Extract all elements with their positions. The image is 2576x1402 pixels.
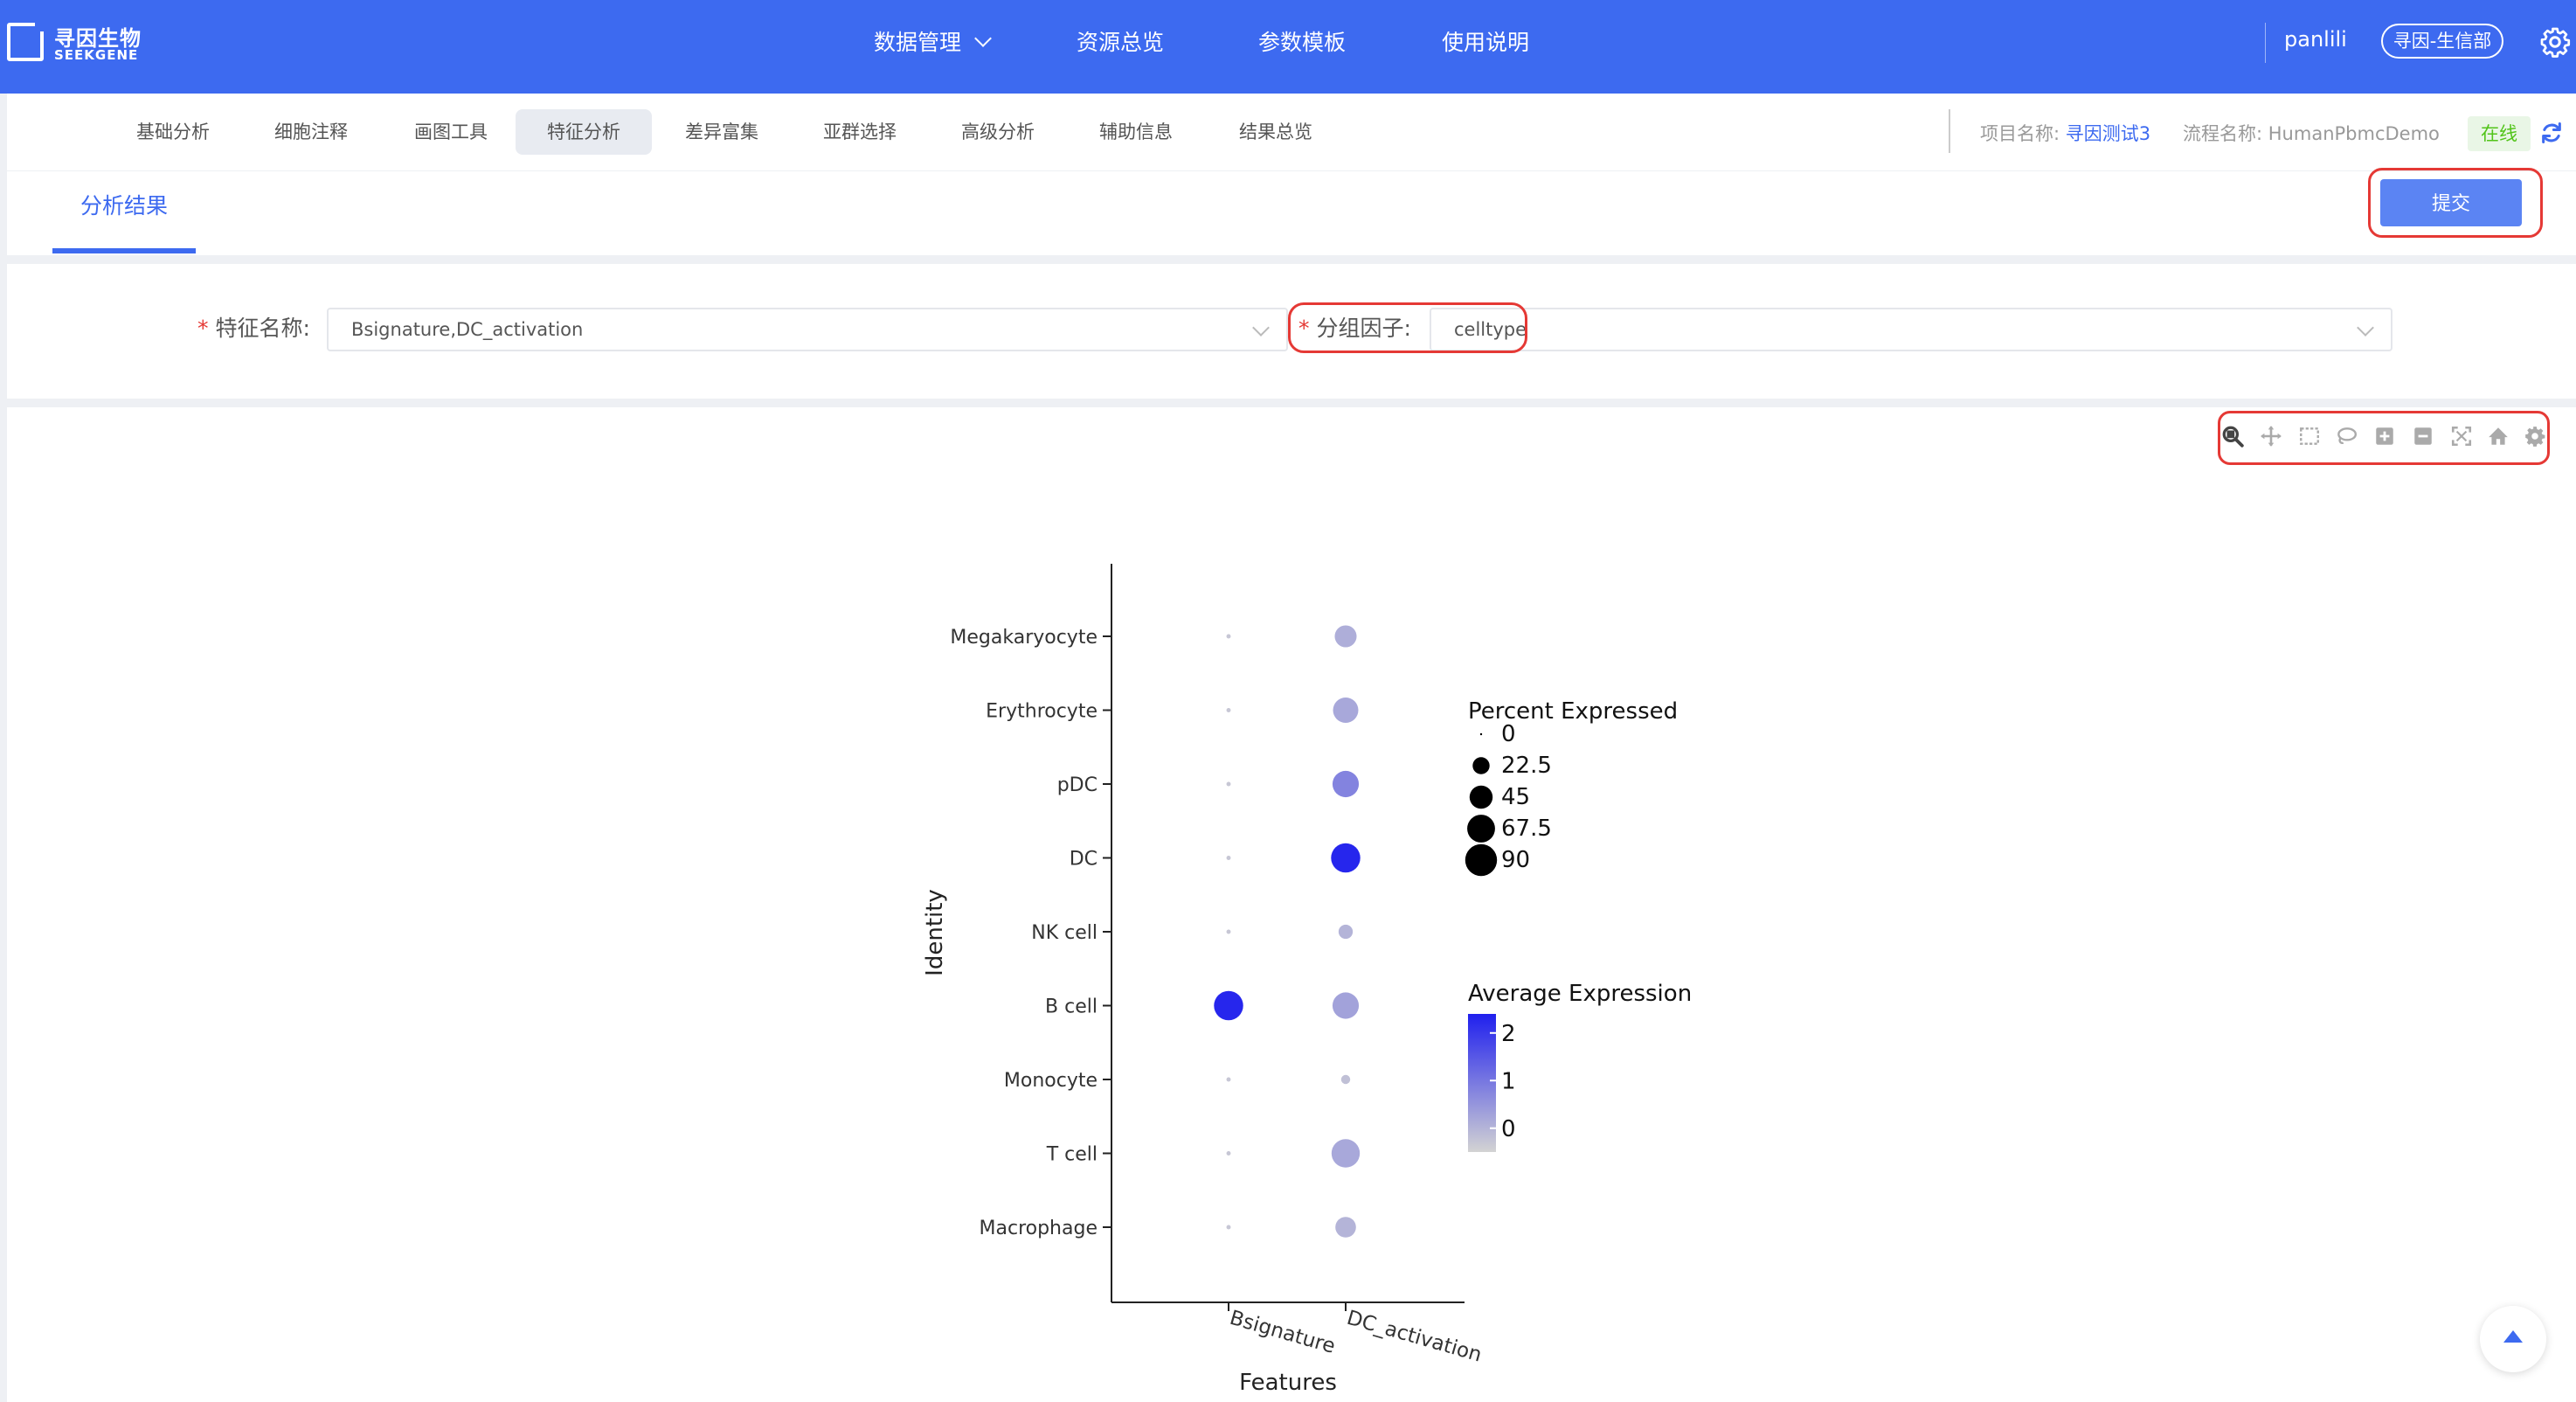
dot-point[interactable] [1332, 992, 1360, 1019]
color-legend-label: 0 [1501, 1116, 1516, 1142]
y-tick-label: B cell [1045, 996, 1098, 1018]
y-tick-label: Megakaryocyte [950, 627, 1098, 649]
size-legend-dot [1467, 815, 1495, 843]
dot-point[interactable] [1214, 990, 1243, 1021]
dot-point[interactable] [1226, 856, 1231, 860]
dot-point[interactable] [1331, 1139, 1361, 1168]
y-tick-label: pDC [1057, 774, 1098, 796]
color-legend-label: 1 [1501, 1068, 1516, 1094]
size-legend-label: 45 [1501, 784, 1530, 810]
x-axis-title: Features [1239, 1370, 1337, 1396]
y-tick-label: Monocyte [1004, 1070, 1098, 1092]
x-tick-label: DC_activation [1344, 1307, 1484, 1367]
dot-plot: Megakaryocyte Erythrocyte pDC DC NK cell B ce… [922, 564, 1692, 1396]
size-legend-dot [1472, 757, 1490, 774]
y-tick-label: Erythrocyte [986, 701, 1098, 723]
dot-point[interactable] [1226, 929, 1231, 934]
size-legend-label: 22.5 [1501, 753, 1552, 779]
size-legend-dot [1479, 732, 1483, 736]
size-legend-label: 67.5 [1501, 816, 1552, 842]
dot-point[interactable] [1332, 770, 1360, 798]
dot-point[interactable] [1338, 924, 1354, 940]
dot-point[interactable] [1226, 634, 1231, 639]
y-tick-label: DC [1070, 849, 1098, 871]
size-legend-label: 0 [1501, 721, 1516, 747]
dot-point[interactable] [1226, 1151, 1231, 1156]
dot-point[interactable] [1226, 1077, 1231, 1082]
color-legend-label: 2 [1501, 1021, 1516, 1047]
y-tick-label: Macrophage [980, 1218, 1098, 1239]
y-axis-title: Identity [922, 889, 948, 976]
dot-series [1214, 625, 1361, 1238]
size-legend-title: Percent Expressed [1468, 698, 1678, 725]
dot-point[interactable] [1334, 625, 1357, 648]
size-legend-dot [1465, 843, 1498, 877]
dot-point[interactable] [1335, 1217, 1356, 1238]
dot-point[interactable] [1226, 1225, 1231, 1230]
size-legend-dot [1469, 785, 1493, 809]
dot-point[interactable] [1331, 843, 1361, 873]
y-ticks: Megakaryocyte Erythrocyte pDC DC NK cell B ce… [950, 627, 1111, 1239]
plot-axes [1111, 564, 1465, 1303]
dot-point[interactable] [1333, 698, 1359, 723]
x-ticks: Bsignature DC_activation [1227, 1302, 1485, 1367]
dot-point[interactable] [1226, 708, 1231, 712]
scroll-to-top-button[interactable] [2480, 1306, 2546, 1372]
color-legend-bar [1468, 1014, 1496, 1152]
y-tick-label: T cell [1046, 1144, 1098, 1166]
color-legend-title: Average Expression [1468, 981, 1692, 1007]
dot-point[interactable] [1226, 781, 1231, 787]
dot-point[interactable] [1340, 1074, 1351, 1085]
y-tick-label: NK cell [1031, 922, 1098, 944]
size-legend: 0 22.5 45 67.5 90 [1465, 721, 1552, 877]
x-tick-label: Bsignature [1227, 1307, 1337, 1358]
size-legend-label: 90 [1501, 847, 1530, 873]
